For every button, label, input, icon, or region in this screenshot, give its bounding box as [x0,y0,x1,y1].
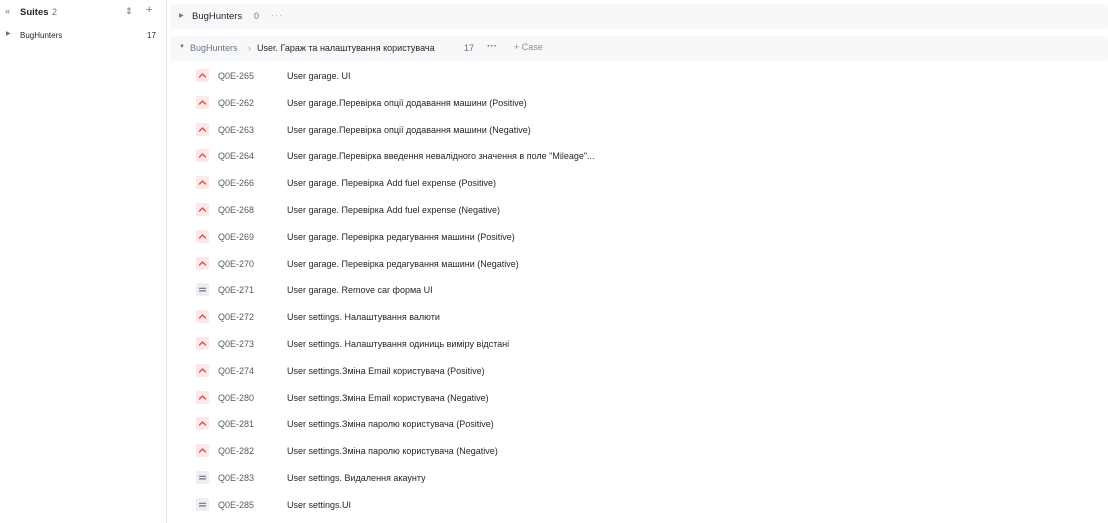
case-row[interactable]: Q0E-266 User garage. Перевірка Add fuel e… [168,169,1108,195]
sidebar-item-count: 17 [147,31,156,40]
priority-high-icon [196,417,209,431]
case-title[interactable]: User settings. Видалення акаунту [287,473,426,483]
priority-high-icon [196,310,209,324]
priority-normal-icon [196,283,209,297]
case-row[interactable]: Q0E-262 User garage.Перевірка опції додав… [168,89,1108,115]
sort-icon[interactable]: ⇕ [125,6,133,17]
case-title[interactable]: User garage. Перевірка Add fuel expense … [287,205,500,215]
case-id[interactable]: Q0E-282 [218,446,254,456]
case-id[interactable]: Q0E-281 [218,419,254,429]
case-row[interactable]: Q0E-283 User settings. Видалення акаунту [168,464,1108,490]
subsuite-title: User. Гараж та налаштування користувача [257,43,435,53]
case-row[interactable]: Q0E-268 User garage. Перевірка Add fuel e… [168,196,1108,222]
case-row[interactable]: Q0E-285 User settings.UI [168,491,1108,517]
priority-high-icon [196,122,209,136]
priority-high-icon [196,390,209,404]
subsuite-count: 17 [464,43,475,53]
case-id[interactable]: Q0E-285 [218,500,254,510]
case-title[interactable]: User settings.Зміна паролю користувача (… [287,419,494,429]
priority-high-icon [196,149,209,163]
suite-title: BugHunters [192,11,243,22]
subsuite-header[interactable]: ▼ BugHunters › User. Гараж та налаштуван… [170,36,1108,61]
chevron-down-icon[interactable]: ▼ [179,44,185,50]
case-id[interactable]: Q0E-271 [218,285,254,295]
priority-normal-icon [196,497,209,511]
case-id[interactable]: Q0E-269 [218,232,254,242]
case-row[interactable]: Q0E-269 User garage. Перевірка редагуванн… [168,223,1108,249]
case-id[interactable]: Q0E-273 [218,339,254,349]
case-id[interactable]: Q0E-268 [218,205,254,215]
case-title[interactable]: User garage. UI [287,71,351,81]
case-title[interactable]: User garage.Перевірка опції додавання ма… [287,125,531,135]
case-title[interactable]: User garage. Перевірка Add fuel expense … [287,178,496,188]
suites-count: 2 [52,7,58,17]
case-row[interactable]: Q0E-265 User garage. UI [168,62,1108,88]
collapse-sidebar-icon[interactable]: « [5,6,10,16]
breadcrumb-parent[interactable]: BugHunters [190,43,238,53]
case-id[interactable]: Q0E-263 [218,125,254,135]
chevron-right-icon[interactable]: ▶ [6,30,11,37]
case-id[interactable]: Q0E-274 [218,366,254,376]
case-id[interactable]: Q0E-270 [218,259,254,269]
case-title[interactable]: User settings.UI [287,500,351,510]
case-id[interactable]: Q0E-265 [218,71,254,81]
case-title[interactable]: User settings.Зміна Email користувача (N… [287,393,489,403]
priority-high-icon [196,176,209,190]
case-row[interactable]: Q0E-264 User garage.Перевірка введення не… [168,142,1108,168]
priority-high-icon [196,337,209,350]
case-title[interactable]: User garage. Remove car форма UI [287,285,433,295]
suites-sidebar: « Suites 2 ⇕ + ▶ BugHunters 17 [0,0,167,523]
priority-high-icon [196,256,209,270]
suites-header: « Suites 2 ⇕ + [0,0,167,24]
case-row[interactable]: Q0E-282 User settings.Зміна паролю корист… [168,437,1108,463]
case-row[interactable]: Q0E-281 User settings.Зміна паролю корист… [168,410,1108,436]
case-id[interactable]: Q0E-272 [218,312,254,322]
case-row[interactable]: Q0E-270 User garage. Перевірка редагуванн… [168,250,1108,276]
cases-panel: ▶ BugHunters 0 ··· ▼ BugHunters › User. … [168,0,1108,523]
priority-high-icon [196,95,209,109]
case-id[interactable]: Q0E-280 [218,393,254,403]
case-id[interactable]: Q0E-262 [218,98,254,108]
case-id[interactable]: Q0E-266 [218,178,254,188]
chevron-right-icon[interactable]: ▶ [179,12,184,19]
more-options-icon[interactable]: ··· [487,41,497,52]
breadcrumb-separator: › [248,43,251,53]
case-row[interactable]: Q0E-272 User settings. Налаштування валют… [168,303,1108,329]
case-title[interactable]: User garage.Перевірка введення невалідно… [287,151,595,161]
case-title[interactable]: User settings.Зміна Email користувача (P… [287,366,485,376]
sidebar-item-label: BugHunters [20,31,63,40]
more-options-icon[interactable]: ··· [271,10,283,20]
priority-high-icon [196,69,209,82]
case-row[interactable]: Q0E-271 User garage. Remove car форма UI [168,276,1108,302]
case-row[interactable]: Q0E-274 User settings.Зміна Email користу… [168,357,1108,383]
case-id[interactable]: Q0E-264 [218,151,254,161]
case-title[interactable]: User garage. Перевірка редагування машин… [287,259,519,269]
priority-normal-icon [196,471,209,484]
case-row[interactable]: Q0E-273 User settings. Налаштування одини… [168,330,1108,356]
priority-high-icon [196,444,209,458]
suites-title: Suites [20,7,49,18]
case-title[interactable]: User settings. Налаштування валюти [287,312,440,322]
sidebar-item-bughunters[interactable]: ▶ BugHunters 17 [0,28,167,44]
case-title[interactable]: User garage.Перевірка опції додавання ма… [287,98,527,108]
case-title[interactable]: User settings.Зміна паролю користувача (… [287,446,498,456]
priority-high-icon [196,229,209,243]
case-id[interactable]: Q0E-283 [218,473,254,483]
priority-high-icon [196,203,209,216]
add-case-button[interactable]: + Case [514,42,543,52]
suite-header-bughunters[interactable]: ▶ BugHunters 0 ··· [170,4,1108,29]
case-row[interactable]: Q0E-263 User garage.Перевірка опції додав… [168,116,1108,142]
case-title[interactable]: User settings. Налаштування одиниць вимі… [287,339,509,349]
add-suite-icon[interactable]: + [146,4,152,16]
suite-count: 0 [254,11,260,21]
case-row[interactable]: Q0E-280 User settings.Зміна Email користу… [168,384,1108,410]
priority-high-icon [196,363,209,377]
case-title[interactable]: User garage. Перевірка редагування машин… [287,232,515,242]
